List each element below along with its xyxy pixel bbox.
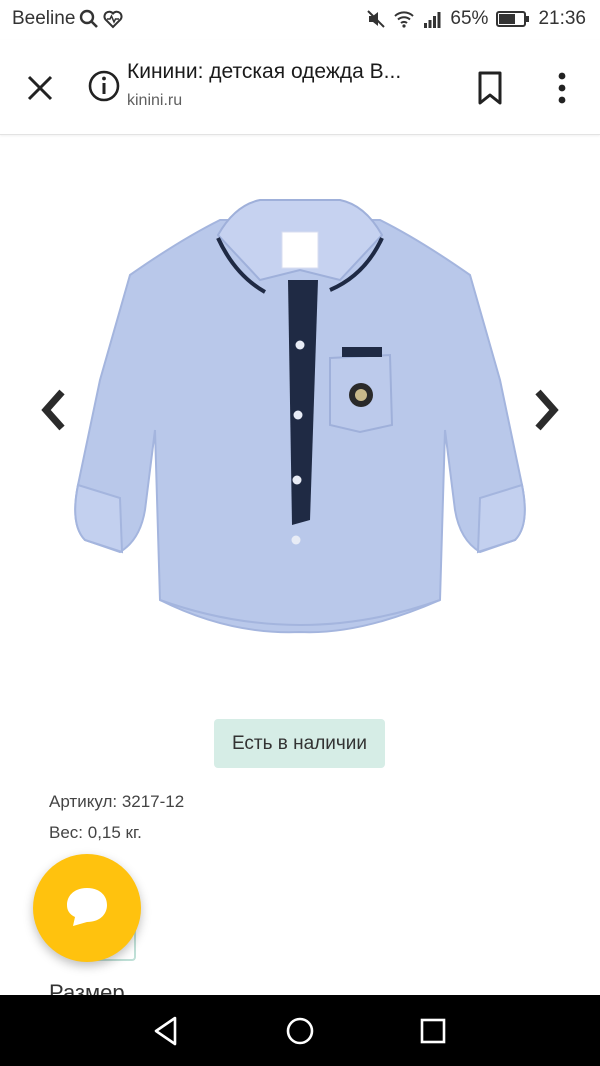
- system-nav-bar: [0, 995, 600, 1066]
- close-icon[interactable]: [20, 68, 60, 108]
- browser-toolbar: Кинини: детская одежда В... kinini.ru: [0, 40, 600, 135]
- status-bar: Beeline 65% 21:36: [0, 0, 600, 40]
- product-weight: Вес: 0,15 кг.: [49, 823, 142, 842]
- page-url: kinini.ru: [127, 92, 183, 109]
- chat-fab-button[interactable]: [33, 854, 141, 962]
- article-number: Артикул: 3217-12: [49, 792, 185, 811]
- chevron-right-icon[interactable]: [526, 380, 566, 440]
- product-image: [74, 199, 526, 634]
- more-vert-icon[interactable]: [548, 68, 576, 108]
- signal-icon: [424, 12, 441, 28]
- carrier-name: Beeline: [12, 8, 76, 29]
- chevron-left-icon[interactable]: [34, 380, 74, 440]
- page-title: Кинини: детская одежда В...: [127, 60, 402, 83]
- heart-rate-icon: [103, 10, 123, 29]
- bookmark-icon[interactable]: [474, 70, 506, 106]
- clock: 21:36: [538, 8, 586, 29]
- battery-percent: 65%: [450, 8, 489, 29]
- mute-icon: [367, 10, 386, 28]
- stock-status-badge: Есть в наличии: [214, 719, 385, 768]
- battery-icon: [496, 11, 530, 27]
- info-icon[interactable]: [86, 68, 122, 104]
- search-icon: [80, 9, 99, 28]
- chat-bubble-icon: [67, 888, 107, 926]
- back-triangle-icon[interactable]: [148, 1013, 184, 1049]
- recent-square-icon[interactable]: [415, 1013, 451, 1049]
- wifi-icon: [394, 11, 415, 28]
- home-circle-icon[interactable]: [282, 1013, 318, 1049]
- page-title-block[interactable]: Кинини: детская одежда В... kinini.ru: [127, 60, 447, 110]
